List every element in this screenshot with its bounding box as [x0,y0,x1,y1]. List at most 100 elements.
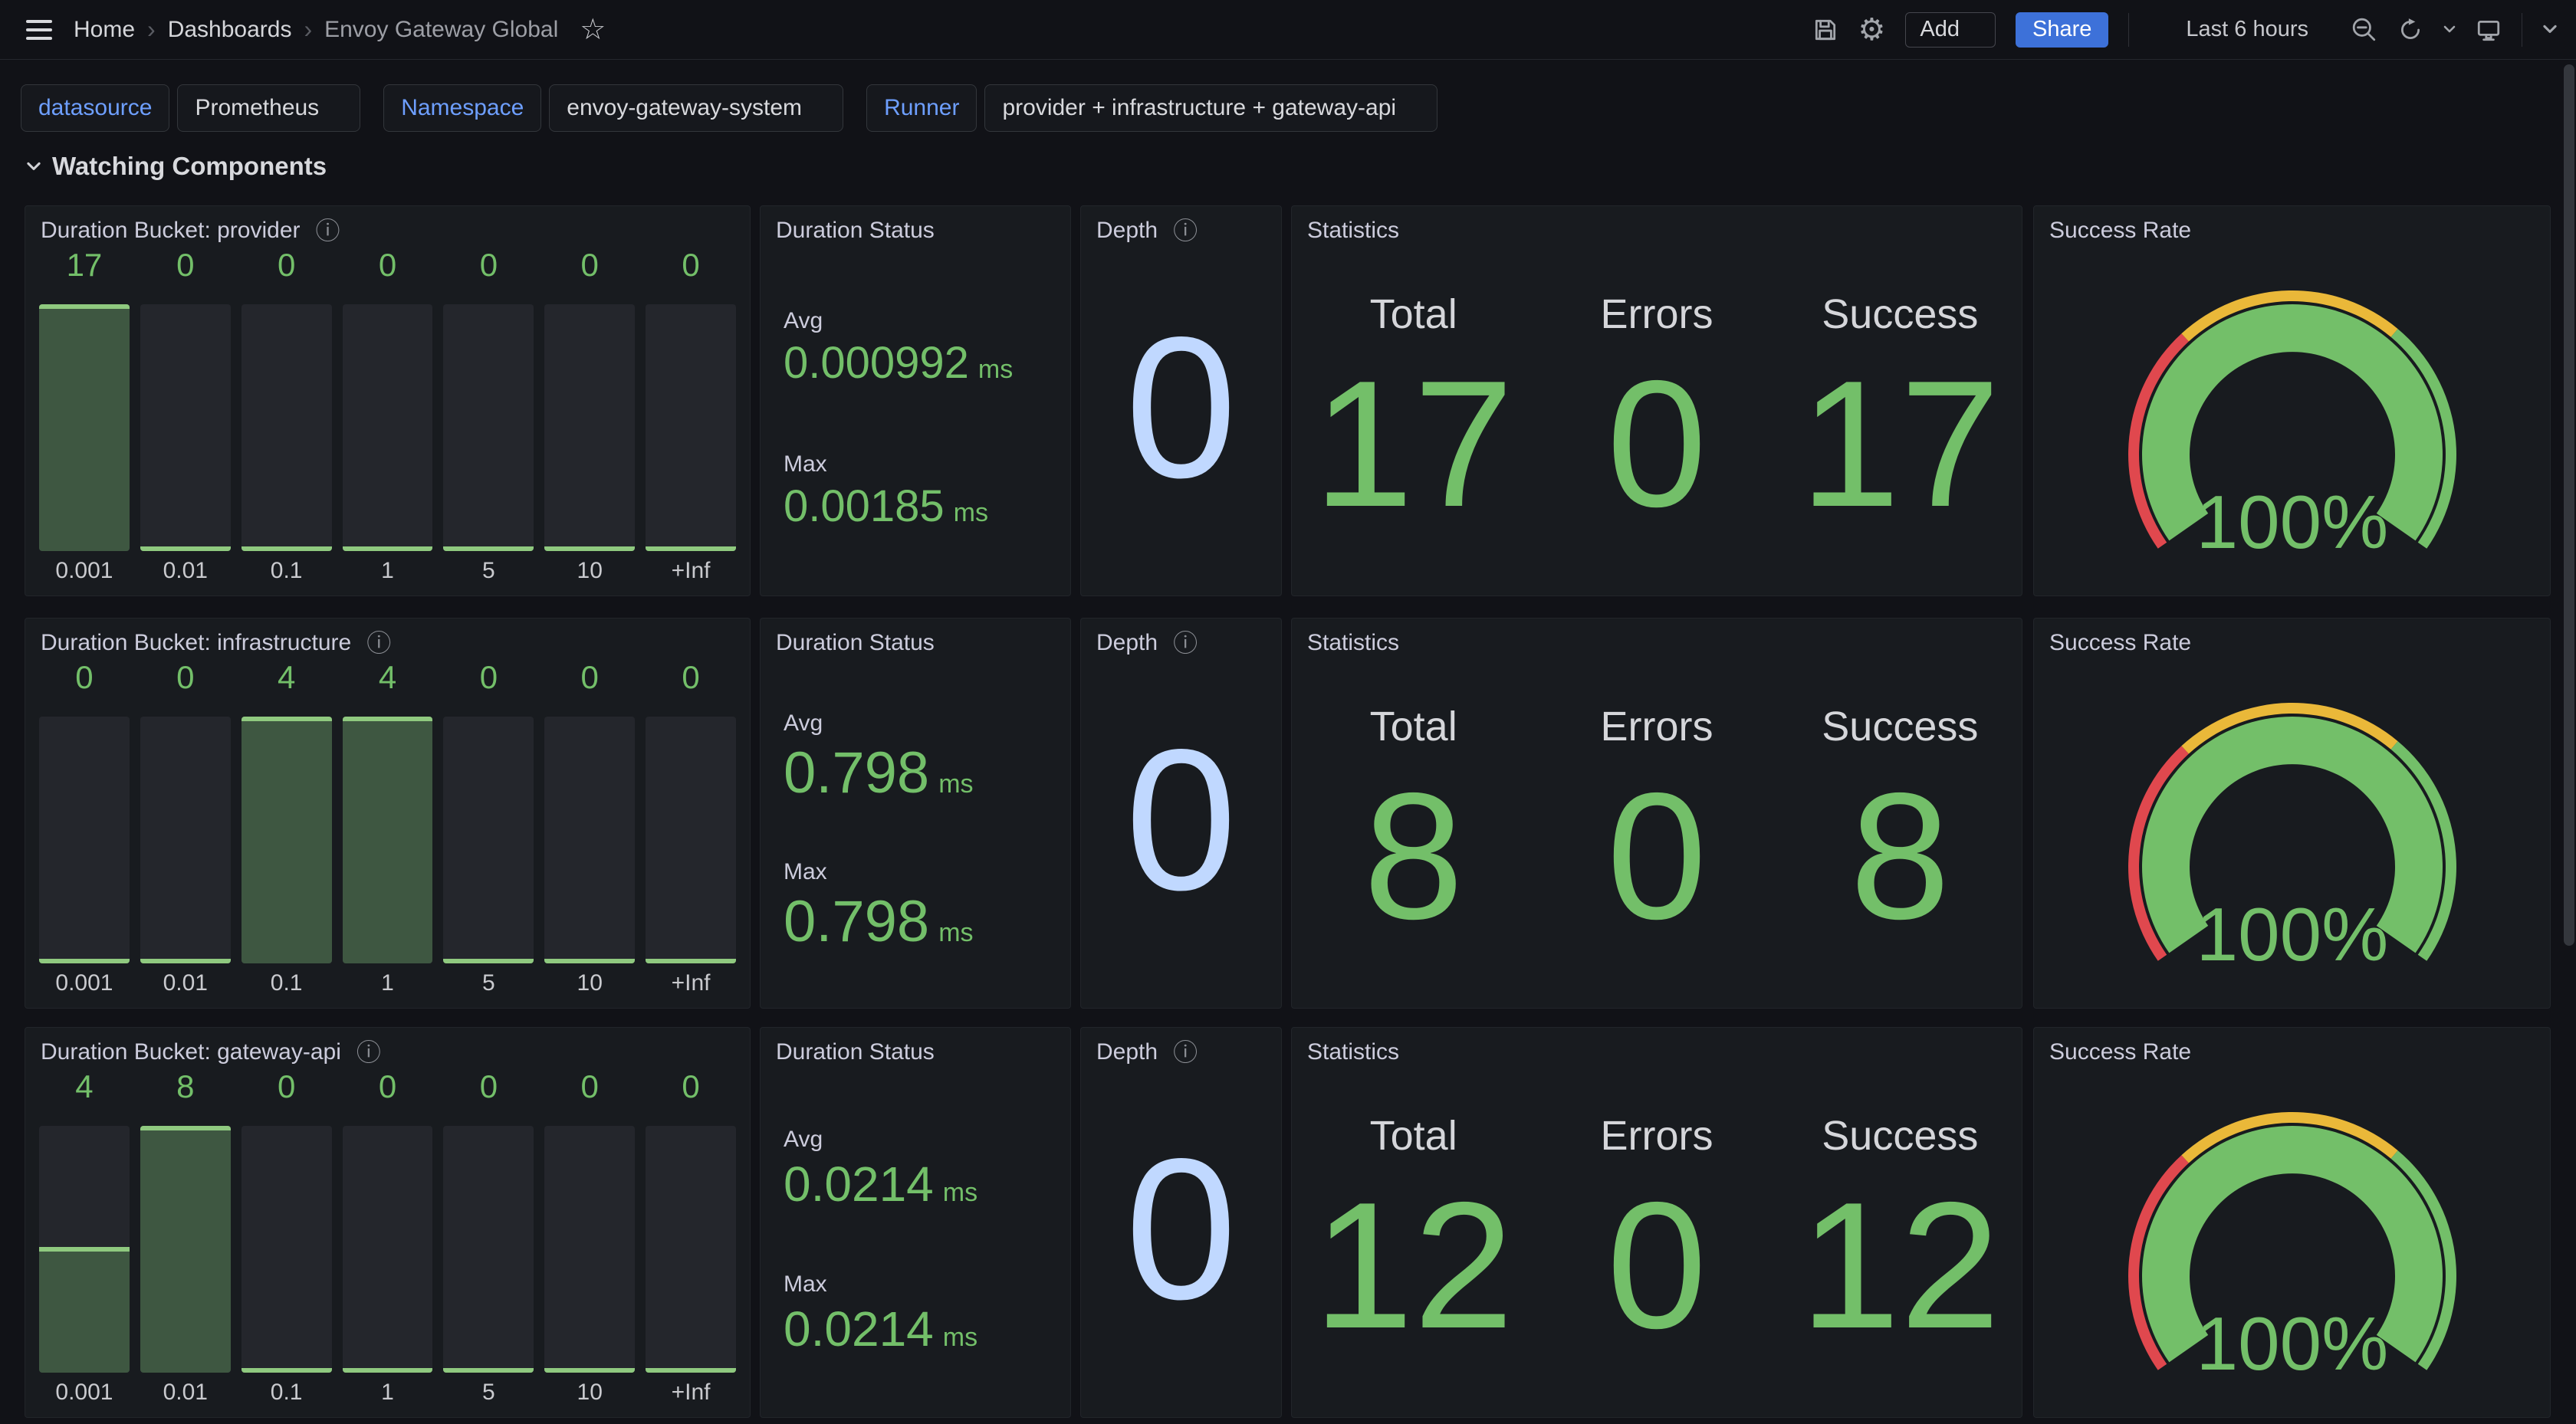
bar-x-label: +Inf [646,1373,736,1413]
info-icon[interactable]: ⓘ [1173,631,1198,655]
bar-10: 010 [544,243,635,591]
panel-header[interactable]: Duration Bucket: infrastructure ⓘ [25,618,750,658]
panel-duration-status: Duration Status Avg 0.798ms Max 0.798ms [760,618,1071,1009]
panel-depth: Depth ⓘ 0 [1080,1027,1282,1418]
bar-x-label: 1 [343,551,433,591]
bar-+Inf: 0 +Inf [646,1065,736,1413]
variable-value-namespace[interactable]: envoy-gateway-system [549,84,843,132]
panel-duration-status: Duration Status Avg 0.0214ms Max 0.0214m… [760,1027,1071,1418]
panel-depth: Depth ⓘ 0 [1080,618,1282,1009]
share-button[interactable]: Share [2016,12,2108,48]
bar-0.01: 00.01 [140,655,231,1003]
bar-x-label: 0.001 [39,1373,130,1413]
page-scrollbar-thumb[interactable] [2564,64,2574,946]
stat-success: Success8 [1779,637,2022,1008]
kiosk-monitor-icon[interactable] [2476,17,2502,43]
toolbar-divider [2128,13,2129,47]
bar-5: 05 [443,243,534,591]
bar-track [140,304,231,551]
bar-track [39,1126,130,1373]
info-icon[interactable]: ⓘ [366,631,391,655]
panel-header[interactable]: Depth ⓘ [1081,206,1281,246]
panel-header[interactable]: Duration Status [761,618,1070,658]
bar-track [544,304,635,551]
bar-value-label: 0 [646,243,736,287]
breadcrumb-current-dashboard: Envoy Gateway Global [324,17,558,43]
add-button[interactable]: Add [1905,12,1996,48]
panel-header[interactable]: Success Rate [2034,206,2550,246]
stat-errors: Errors0 [1535,225,1778,596]
save-dashboard-icon[interactable] [1812,17,1838,43]
panel-header[interactable]: Duration Bucket: gateway-api ⓘ [25,1028,750,1068]
panel-header[interactable]: Success Rate [2034,618,2550,658]
variable-label-runner[interactable]: Runner [866,84,977,132]
refresh-interval-dropdown[interactable] [2443,25,2456,34]
panel-header[interactable]: Duration Bucket: provider ⓘ [25,206,750,246]
bar-x-label: 1 [343,963,433,1003]
panel-success-rate: Success Rate 100% [2033,618,2551,1009]
bar-0.1: 00.1 [242,243,332,591]
variable-label-namespace[interactable]: Namespace [383,84,541,132]
stat-success: Success12 [1779,1046,2022,1417]
dashboard-variables-row: datasource Prometheus Namespace envoy-ga… [21,84,1438,132]
bar-x-label: 5 [443,1373,534,1413]
bar-track [140,717,231,963]
bar-value-label: 0 [646,1065,736,1109]
bar-x-label: 10 [544,1373,635,1413]
panel-header[interactable]: Depth ⓘ [1081,618,1281,658]
bar-1: 01 [343,1065,433,1413]
breadcrumb-home[interactable]: Home [74,17,135,43]
panel-header[interactable]: Duration Status [761,206,1070,246]
bar-+Inf: 0 +Inf [646,655,736,1003]
depth-value: 0 [1125,307,1237,508]
panel-duration-bucket-infrastructure: Duration Bucket: infrastructure ⓘ 00.001… [25,618,751,1009]
bar-x-label: 10 [544,963,635,1003]
bar-10: 0 10 [544,1065,635,1413]
bar-x-label: 10 [544,551,635,591]
bar-x-label: 0.1 [242,551,332,591]
bar-track [343,304,433,551]
bar-value-label: 0 [646,655,736,700]
bar-track [242,717,332,963]
collapse-toolbar-chevron-icon[interactable] [2542,25,2558,34]
bar-value-label: 0 [242,243,332,287]
info-icon[interactable]: ⓘ [1173,218,1198,243]
variable-value-runner[interactable]: provider + infrastructure + gateway-api [984,84,1438,132]
dashboard-settings-gear-icon[interactable]: ⚙ [1858,15,1886,45]
bar-track [646,717,736,963]
bar-0.001: 00.001 [39,655,130,1003]
bar-value-label: 0 [544,1065,635,1109]
chevron-down-icon [2443,25,2456,34]
panel-header[interactable]: Success Rate [2034,1028,2550,1068]
menu-icon[interactable] [21,15,57,44]
panel-header[interactable]: Duration Status [761,1028,1070,1068]
variable-value-datasource[interactable]: Prometheus [177,84,360,132]
refresh-icon[interactable] [2397,17,2423,43]
bar-x-label: 1 [343,1373,433,1413]
bar-value-label: 0 [140,243,231,287]
variable-label-datasource[interactable]: datasource [21,84,169,132]
bar-track [242,1126,332,1373]
bar-x-label: +Inf [646,963,736,1003]
bar-x-label: +Inf [646,551,736,591]
chevron-down-icon [26,162,41,172]
panel-duration-status: Duration Status Avg 0.000992ms Max 0.001… [760,205,1071,596]
time-range-label: Last 6 hours [2186,17,2308,42]
bar-x-label: 0.01 [140,963,231,1003]
panel-success-rate: Success Rate 100% [2033,205,2551,596]
stat-success: Success17 [1779,225,2022,596]
zoom-out-time-icon[interactable] [2351,17,2377,43]
favorite-star-icon[interactable]: ☆ [580,15,606,44]
info-icon[interactable]: ⓘ [356,1040,381,1065]
bar-track [646,304,736,551]
row-header-watching-components[interactable]: Watching Components [26,152,327,181]
panel-header[interactable]: Depth ⓘ [1081,1028,1281,1068]
stat-avg: Avg 0.798ms [784,710,1070,804]
info-icon[interactable]: ⓘ [1173,1040,1198,1065]
info-icon[interactable]: ⓘ [316,218,340,243]
breadcrumb-dashboards[interactable]: Dashboards [168,17,292,43]
time-range-picker[interactable]: Last 6 hours [2149,17,2331,43]
panel-statistics: Statistics Total17 Errors0 Success17 [1291,205,2022,596]
panel-duration-bucket-gateway-api: Duration Bucket: gateway-api ⓘ 40.00180.… [25,1027,751,1418]
gauge-value-text: 100% [2196,480,2388,560]
